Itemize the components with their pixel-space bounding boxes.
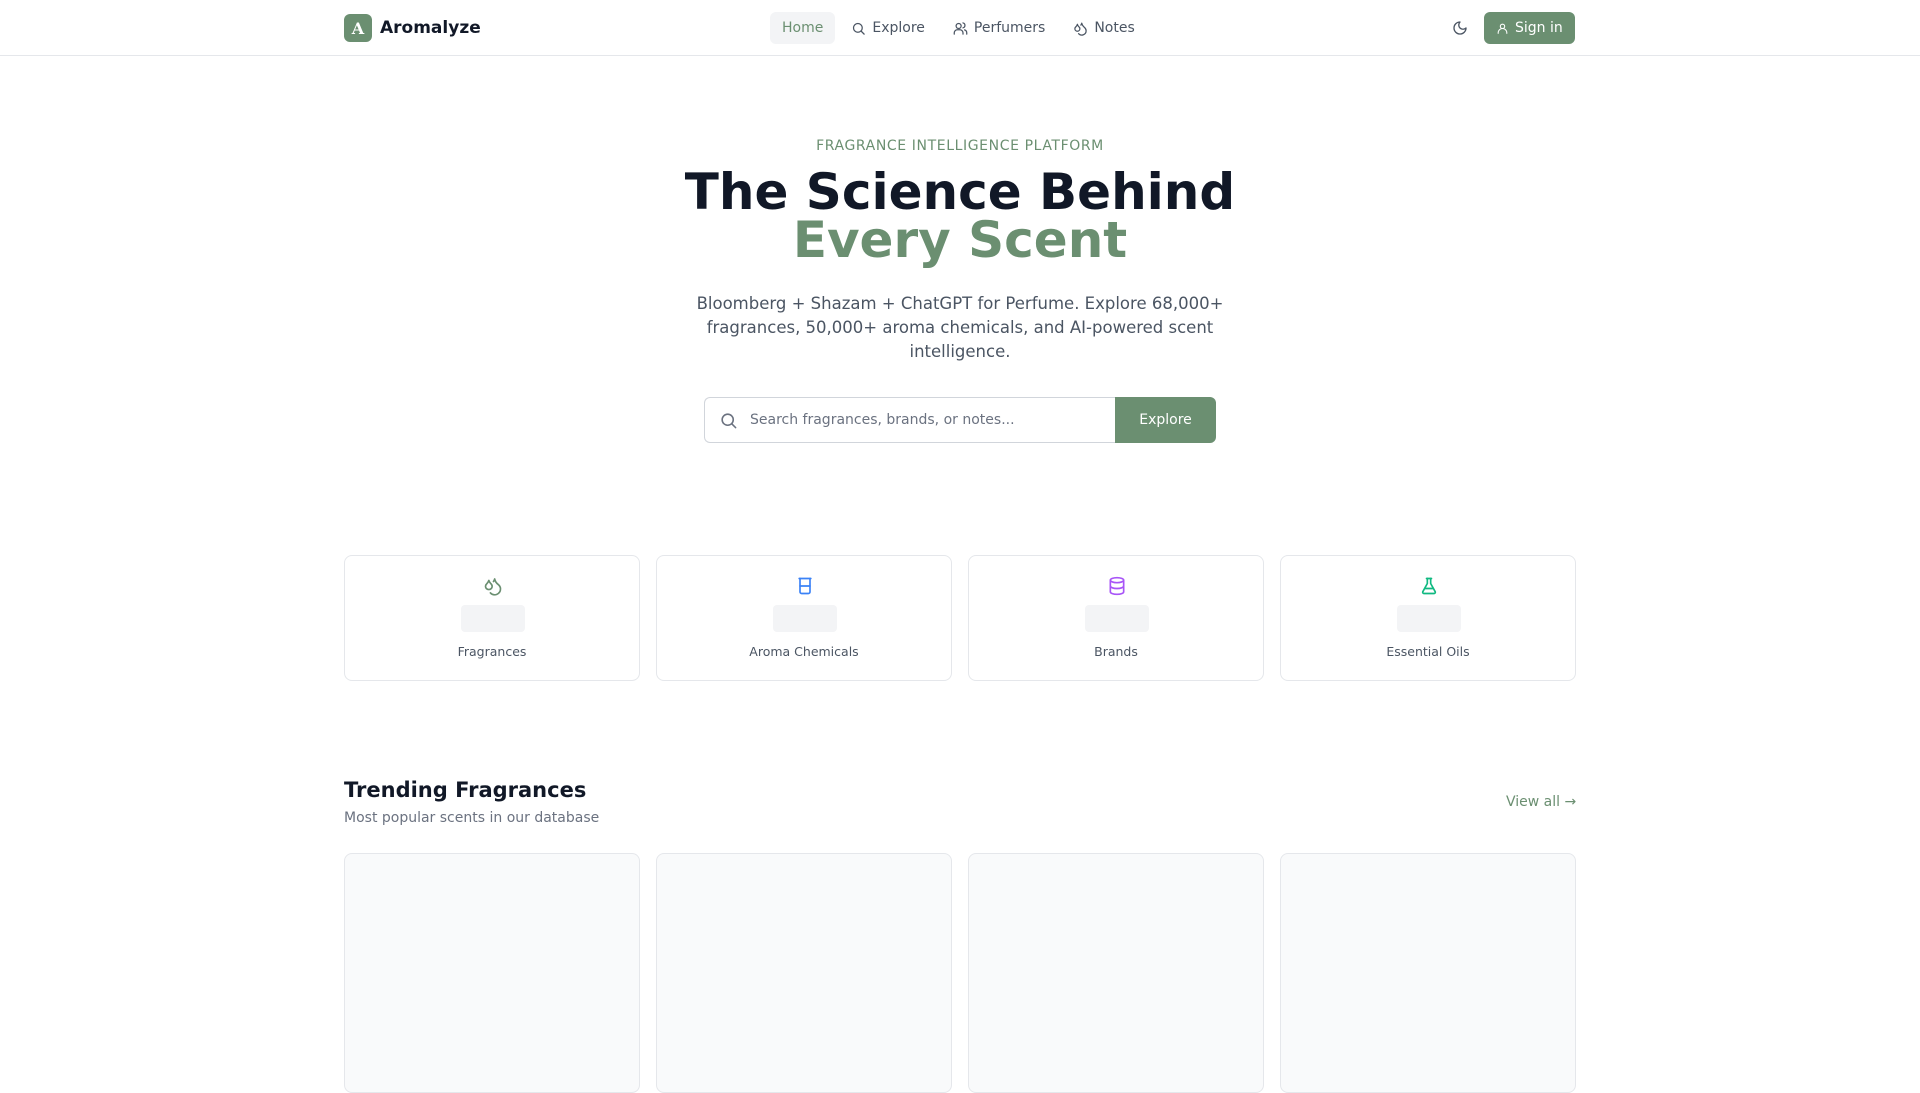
- hero-title-line2: Every Scent: [792, 211, 1128, 269]
- database-icon: [1109, 576, 1125, 596]
- search-box[interactable]: [704, 397, 1115, 443]
- nav-item-explore[interactable]: Explore: [839, 12, 937, 44]
- fragrance-card-skeleton: [344, 853, 640, 1093]
- stat-label: Brands: [1094, 644, 1138, 659]
- droplets-icon: [1074, 22, 1088, 36]
- search-icon: [853, 22, 866, 35]
- stat-value-skeleton: [461, 605, 525, 632]
- sign-in-label: Sign in: [1515, 20, 1563, 36]
- nav-item-perfumers[interactable]: Perfumers: [941, 12, 1057, 44]
- section-subtitle: Most popular scents in our database: [344, 810, 600, 826]
- nav-item-label: Home: [782, 20, 824, 36]
- search-input[interactable]: [750, 412, 1090, 428]
- nav-item-label: Perfumers: [973, 20, 1046, 36]
- logo-mark-icon: A: [344, 14, 372, 42]
- section-title: Trending Fragrances: [344, 778, 587, 802]
- users-icon: [953, 21, 968, 35]
- sign-in-button[interactable]: Sign in: [1484, 12, 1575, 44]
- user-icon: [1497, 23, 1508, 34]
- brand-name: Aromalyze: [380, 18, 481, 38]
- theme-toggle-button[interactable]: [1448, 16, 1472, 40]
- top-navbar: A Aromalyze Home Explore Perfumers Notes…: [0, 0, 1920, 56]
- explore-button[interactable]: Explore: [1115, 397, 1216, 443]
- brand-logo[interactable]: A Aromalyze: [344, 14, 481, 42]
- stat-value-skeleton: [1397, 605, 1461, 632]
- stat-card-essential-oils[interactable]: Essential Oils: [1280, 555, 1576, 681]
- hero-title: The Science Behind Every Scent: [0, 167, 1920, 269]
- stat-card-brands[interactable]: Brands: [968, 555, 1264, 681]
- stat-label: Essential Oils: [1386, 644, 1470, 659]
- flask-icon: [1421, 577, 1437, 595]
- nav-item-label: Notes: [1094, 20, 1135, 36]
- nav-item-notes[interactable]: Notes: [1061, 12, 1146, 44]
- view-all-link[interactable]: View all →: [1506, 794, 1576, 810]
- hero-subtitle: Bloomberg + Shazam + ChatGPT for Perfume…: [696, 294, 1224, 361]
- fragrance-card-skeleton: [968, 853, 1264, 1093]
- stat-value-skeleton: [1085, 605, 1149, 632]
- fragrance-card-skeleton: [656, 853, 952, 1093]
- stat-value-skeleton: [773, 605, 837, 632]
- stat-card-aroma-chemicals[interactable]: Aroma Chemicals: [656, 555, 952, 681]
- stat-label: Aroma Chemicals: [749, 644, 859, 659]
- nav-item-label: Explore: [872, 20, 925, 36]
- droplets-icon: [484, 578, 502, 596]
- hero-search: Explore: [704, 397, 1216, 443]
- stat-label: Fragrances: [457, 644, 527, 659]
- beaker-icon: [798, 577, 812, 595]
- stat-card-fragrances[interactable]: Fragrances: [344, 555, 640, 681]
- nav-item-home[interactable]: Home: [770, 12, 836, 44]
- hero-eyebrow: FRAGRANCE INTELLIGENCE PLATFORM: [816, 138, 1104, 154]
- fragrance-card-skeleton: [1280, 853, 1576, 1093]
- search-icon: [721, 412, 737, 428]
- main-nav: Home Explore Perfumers Notes: [770, 12, 1147, 44]
- moon-icon: [1453, 21, 1467, 35]
